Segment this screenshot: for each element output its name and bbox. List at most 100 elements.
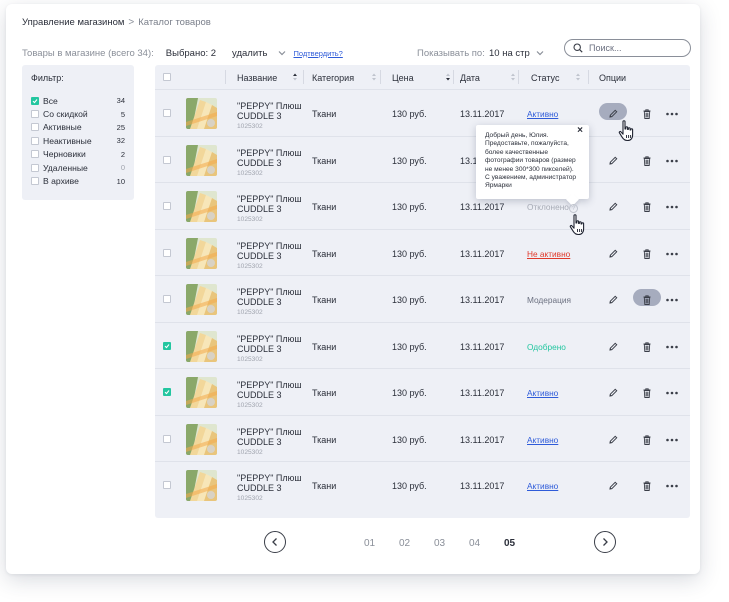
- delete-button[interactable]: [641, 479, 653, 491]
- delete-action[interactable]: удалить: [232, 48, 267, 59]
- filter-checkbox[interactable]: [31, 136, 39, 145]
- edit-button[interactable]: [607, 433, 619, 445]
- more-options-button[interactable]: [665, 479, 679, 491]
- status-badge[interactable]: Активно: [527, 481, 558, 491]
- more-options-button[interactable]: [665, 433, 679, 445]
- filter-checkbox[interactable]: [31, 177, 39, 186]
- header-name[interactable]: Название: [237, 73, 277, 83]
- row-checkbox[interactable]: [163, 109, 171, 117]
- header-category[interactable]: Категория: [312, 73, 354, 83]
- more-options-button[interactable]: [665, 340, 679, 352]
- filter-checkbox[interactable]: [31, 123, 39, 132]
- page-05[interactable]: 05: [504, 538, 515, 549]
- filter-checkbox[interactable]: [31, 163, 39, 172]
- status-badge[interactable]: Не активно: [527, 249, 570, 259]
- edit-button[interactable]: [607, 340, 619, 352]
- filter-item[interactable]: В архиве 10: [31, 174, 125, 187]
- delete-button[interactable]: [641, 386, 653, 398]
- chevron-down-icon[interactable]: [535, 48, 545, 58]
- more-options-button[interactable]: [665, 200, 679, 212]
- edit-button[interactable]: [607, 293, 619, 305]
- filter-item[interactable]: Удаленные 0: [31, 161, 125, 174]
- filter-checkbox[interactable]: [31, 150, 39, 159]
- edit-button[interactable]: [607, 479, 619, 491]
- page-02[interactable]: 02: [399, 538, 410, 549]
- edit-button[interactable]: [607, 247, 619, 259]
- prev-page-button[interactable]: [264, 531, 286, 553]
- edit-button[interactable]: [607, 200, 619, 212]
- product-image[interactable]: [186, 98, 217, 129]
- product-name[interactable]: "PEPPY" Плюш CUDDLE 3: [237, 287, 307, 307]
- sort-icon[interactable]: [445, 71, 451, 83]
- next-page-button[interactable]: [594, 531, 616, 553]
- row-checkbox[interactable]: [163, 202, 171, 210]
- page-03[interactable]: 03: [434, 538, 445, 549]
- delete-button[interactable]: [641, 433, 653, 445]
- more-options-button[interactable]: [665, 154, 679, 166]
- product-image[interactable]: [186, 144, 217, 176]
- row-checkbox[interactable]: [163, 341, 171, 350]
- product-image[interactable]: [186, 237, 217, 269]
- row-checkbox[interactable]: [163, 481, 171, 489]
- edit-button[interactable]: [607, 107, 619, 119]
- row-checkbox[interactable]: [163, 248, 171, 257]
- row-checkbox[interactable]: [163, 155, 171, 164]
- more-options-button[interactable]: [665, 247, 679, 259]
- filter-item[interactable]: Со скидкой 5: [31, 107, 125, 120]
- product-name[interactable]: "PEPPY" Плюш CUDDLE 3: [237, 380, 307, 400]
- more-options-button[interactable]: [665, 386, 679, 398]
- filter-checkbox[interactable]: [31, 96, 39, 105]
- filter-item[interactable]: Неактивные 32: [31, 134, 125, 147]
- more-options-button[interactable]: [665, 107, 679, 119]
- row-checkbox[interactable]: [163, 295, 171, 303]
- filter-item[interactable]: Черновики 2: [31, 148, 125, 161]
- product-image[interactable]: [186, 377, 217, 408]
- product-image[interactable]: [186, 284, 217, 315]
- product-name[interactable]: "PEPPY" Плюш CUDDLE 3: [237, 473, 307, 493]
- product-name[interactable]: "PEPPY" Плюш CUDDLE 3: [237, 334, 307, 354]
- row-checkbox[interactable]: [163, 434, 171, 443]
- product-image[interactable]: [186, 330, 217, 362]
- row-checkbox[interactable]: [163, 388, 171, 396]
- chevron-down-icon[interactable]: [277, 48, 287, 58]
- per-page-select[interactable]: 10 на стр: [489, 48, 530, 59]
- delete-button[interactable]: [641, 247, 653, 259]
- delete-button[interactable]: [641, 293, 653, 305]
- delete-button[interactable]: [641, 154, 653, 166]
- product-image[interactable]: [186, 470, 217, 501]
- search-box[interactable]: [564, 39, 691, 57]
- header-price[interactable]: Цена: [392, 73, 414, 83]
- edit-button[interactable]: [607, 154, 619, 166]
- sort-icon[interactable]: [371, 71, 377, 83]
- product-name[interactable]: "PEPPY" Плюш CUDDLE 3: [237, 101, 307, 121]
- product-image[interactable]: [186, 423, 217, 455]
- delete-button[interactable]: [641, 107, 653, 119]
- status-badge[interactable]: Активно: [527, 388, 558, 398]
- edit-button[interactable]: [607, 386, 619, 398]
- filter-checkbox[interactable]: [31, 110, 39, 119]
- help-icon[interactable]: ?: [569, 204, 578, 213]
- select-all-checkbox[interactable]: [163, 73, 171, 81]
- search-input[interactable]: [589, 43, 685, 53]
- delete-button[interactable]: [641, 200, 653, 212]
- breadcrumb-root[interactable]: Управление магазином: [22, 17, 124, 28]
- more-options-button[interactable]: [665, 293, 679, 305]
- header-status[interactable]: Статус: [531, 73, 559, 83]
- filter-item[interactable]: Все 34: [31, 94, 125, 107]
- product-name[interactable]: "PEPPY" Плюш CUDDLE 3: [237, 148, 307, 168]
- product-name[interactable]: "PEPPY" Плюш CUDDLE 3: [237, 427, 307, 447]
- product-name[interactable]: "PEPPY" Плюш CUDDLE 3: [237, 241, 307, 261]
- header-date[interactable]: Дата: [460, 73, 480, 83]
- sort-icon[interactable]: [292, 71, 298, 83]
- product-name[interactable]: "PEPPY" Плюш CUDDLE 3: [237, 194, 307, 214]
- page-01[interactable]: 01: [364, 538, 375, 549]
- page-04[interactable]: 04: [469, 538, 480, 549]
- sort-icon[interactable]: [510, 71, 516, 83]
- delete-button[interactable]: [641, 340, 653, 352]
- confirm-link[interactable]: Подтвердить?: [293, 49, 342, 58]
- status-badge[interactable]: Активно: [527, 435, 558, 445]
- product-image[interactable]: [186, 191, 217, 222]
- filter-item[interactable]: Активные 25: [31, 121, 125, 134]
- status-badge[interactable]: Активно: [527, 109, 558, 119]
- sort-icon[interactable]: [575, 71, 581, 83]
